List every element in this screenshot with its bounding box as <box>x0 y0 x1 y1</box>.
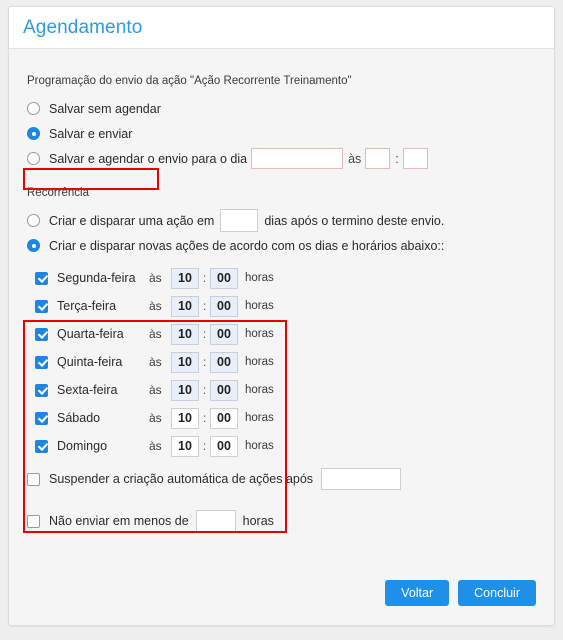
checkbox-icon-unchecked[interactable] <box>27 472 40 486</box>
weekday-minute-input[interactable] <box>210 407 238 429</box>
hours-label: horas <box>245 384 274 396</box>
weekday-hour-input[interactable] <box>171 379 199 401</box>
weekday-row-terca[interactable]: Terça-feira às : horas <box>35 295 536 317</box>
panel-header: Agendamento <box>9 7 554 49</box>
weekday-minute-input[interactable] <box>210 267 238 289</box>
weekday-minute-input[interactable] <box>210 351 238 373</box>
back-button[interactable]: Voltar <box>385 579 450 606</box>
as-label: às <box>149 383 162 397</box>
weekday-row-sabado[interactable]: Sábado às : horas <box>35 407 536 429</box>
radio-criar-disparar-uma-acao[interactable]: Criar e disparar uma ação em dias após o… <box>27 209 536 232</box>
radio-criar-disparar-novas-acoes[interactable]: Criar e disparar novas ações de acordo c… <box>27 235 536 256</box>
as-label: às <box>149 271 162 285</box>
suspend-option-label: Suspender a criação automática de ações … <box>49 472 314 486</box>
checkbox-icon-checked[interactable] <box>35 271 48 285</box>
time-colon-separator: : <box>202 439 207 453</box>
once-text-before: Criar e disparar uma ação em <box>49 213 215 228</box>
radio-salvar-e-agendar[interactable]: Salvar e agendar o envio para o dia às : <box>27 148 536 169</box>
radio-icon-unchecked[interactable] <box>27 152 40 165</box>
checkbox-icon-checked[interactable] <box>35 383 48 397</box>
checkbox-icon-unchecked[interactable] <box>27 514 40 528</box>
hours-label: horas <box>245 328 274 340</box>
hours-label: horas <box>245 356 274 368</box>
time-colon-separator: : <box>202 327 207 341</box>
weekday-schedule-list: Segunda-feira às : horas Terça-feira às … <box>27 267 536 457</box>
schedule-hour-input[interactable] <box>365 148 391 169</box>
weekday-hour-input[interactable] <box>171 295 199 317</box>
weekday-label: Terça-feira <box>57 299 117 313</box>
weekday-minute-input[interactable] <box>210 435 238 457</box>
radio-icon-unchecked[interactable] <box>27 102 40 115</box>
hours-label: horas <box>245 272 274 284</box>
weekday-label: Sábado <box>57 411 101 425</box>
min-interval-text-before: Não enviar em menos de <box>49 514 189 528</box>
as-label: às <box>348 151 362 166</box>
radio-icon-checked[interactable] <box>27 127 40 140</box>
panel-body: Programação do envio da ação "Ação Recor… <box>9 49 554 625</box>
weekday-hour-input[interactable] <box>171 323 199 345</box>
weekday-minute-input[interactable] <box>210 379 238 401</box>
radio-label-salvar-e-enviar: Salvar e enviar <box>49 126 133 141</box>
time-colon-separator: : <box>202 299 207 313</box>
weekly-option-label: Criar e disparar novas ações de acordo c… <box>49 238 445 253</box>
weekday-hour-input[interactable] <box>171 407 199 429</box>
as-label: às <box>149 439 162 453</box>
recurrence-section-label: Recorrência <box>27 187 89 199</box>
agendamento-panel: Agendamento Programação do envio da ação… <box>8 6 555 626</box>
time-colon-separator: : <box>202 383 207 397</box>
checkbox-icon-checked[interactable] <box>35 327 48 341</box>
weekday-row-domingo[interactable]: Domingo às : horas <box>35 435 536 457</box>
as-label: às <box>149 327 162 341</box>
min-interval-text-after: horas <box>242 514 274 528</box>
time-colon-separator: : <box>395 151 399 166</box>
hours-label: horas <box>245 412 274 424</box>
weekday-row-quarta[interactable]: Quarta-feira às : horas <box>35 323 536 345</box>
time-colon-separator: : <box>202 271 207 285</box>
schedule-minute-input[interactable] <box>402 148 428 169</box>
weekday-hour-input[interactable] <box>171 267 199 289</box>
weekday-label: Quarta-feira <box>57 327 124 341</box>
checkbox-nao-enviar-menos-de[interactable]: Não enviar em menos de horas <box>27 510 536 532</box>
weekday-row-sexta[interactable]: Sexta-feira às : horas <box>35 379 536 401</box>
as-label: às <box>149 355 162 369</box>
schedule-date-input[interactable] <box>251 148 344 169</box>
radio-icon-unchecked[interactable] <box>27 214 40 227</box>
radio-label-salvar-e-agendar: Salvar e agendar o envio para o dia <box>49 151 248 166</box>
time-colon-separator: : <box>202 355 207 369</box>
checkbox-icon-checked[interactable] <box>35 299 48 313</box>
weekday-label: Domingo <box>57 439 108 453</box>
footer-actions: Voltar Concluir <box>385 579 536 606</box>
finish-button[interactable]: Concluir <box>458 579 536 606</box>
checkbox-suspender-criacao[interactable]: Suspender a criação automática de ações … <box>27 468 536 490</box>
as-label: às <box>149 299 162 313</box>
radio-icon-checked[interactable] <box>27 239 40 252</box>
weekday-label: Segunda-feira <box>57 271 136 285</box>
weekday-hour-input[interactable] <box>171 351 199 373</box>
weekday-minute-input[interactable] <box>210 295 238 317</box>
radio-label-salvar-sem-agendar: Salvar sem agendar <box>49 101 161 116</box>
time-colon-separator: : <box>202 411 207 425</box>
weekday-label: Quinta-feira <box>57 355 123 369</box>
weekday-hour-input[interactable] <box>171 435 199 457</box>
weekday-row-segunda[interactable]: Segunda-feira às : horas <box>35 267 536 289</box>
days-after-input[interactable] <box>220 209 259 232</box>
weekday-minute-input[interactable] <box>210 323 238 345</box>
checkbox-icon-checked[interactable] <box>35 355 48 369</box>
weekday-row-quinta[interactable]: Quinta-feira às : horas <box>35 351 536 373</box>
hours-label: horas <box>245 300 274 312</box>
suspend-value-input[interactable] <box>321 468 402 490</box>
checkbox-icon-checked[interactable] <box>35 411 48 425</box>
as-label: às <box>149 411 162 425</box>
radio-salvar-e-enviar[interactable]: Salvar e enviar <box>27 123 536 144</box>
schedule-section-label: Programação do envio da ação "Ação Recor… <box>27 75 352 87</box>
min-interval-input[interactable] <box>195 510 236 532</box>
radio-salvar-sem-agendar[interactable]: Salvar sem agendar <box>27 98 536 119</box>
weekday-label: Sexta-feira <box>57 383 118 397</box>
checkbox-icon-checked[interactable] <box>35 439 48 453</box>
hours-label: horas <box>245 440 274 452</box>
page-title: Agendamento <box>23 16 143 38</box>
once-text-after: dias após o termino deste envio. <box>264 213 445 228</box>
